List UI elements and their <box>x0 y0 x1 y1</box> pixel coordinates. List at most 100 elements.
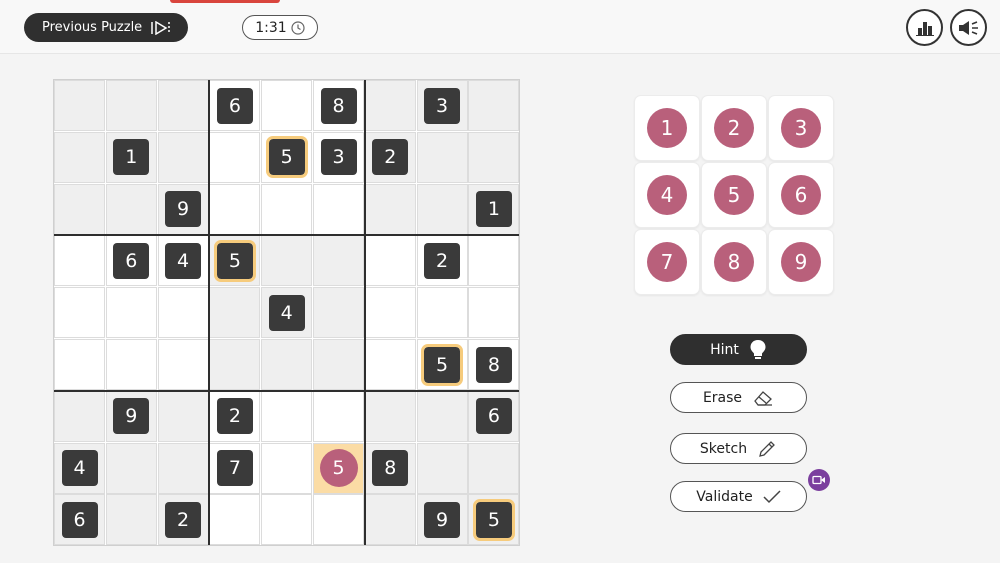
board-cell[interactable]: 6 <box>54 494 105 546</box>
board-cell[interactable] <box>157 390 209 442</box>
board-cell[interactable] <box>416 183 468 235</box>
board-cell[interactable]: 9 <box>157 183 209 235</box>
board-cell[interactable] <box>313 339 364 390</box>
board-cell[interactable]: 5 <box>209 235 261 287</box>
board-cell[interactable]: 2 <box>364 131 416 183</box>
board-cell[interactable]: 8 <box>468 339 520 390</box>
board-cell[interactable]: 5 <box>261 131 313 183</box>
board-cell[interactable] <box>54 183 105 235</box>
board-cell[interactable]: 2 <box>209 390 261 442</box>
board-cell[interactable] <box>157 80 209 131</box>
board-cell[interactable] <box>313 183 364 235</box>
board-cell[interactable] <box>105 442 157 494</box>
board-cell[interactable] <box>209 494 261 546</box>
board-cell[interactable]: 3 <box>416 80 468 131</box>
validate-button[interactable]: Validate <box>670 481 807 512</box>
board-cell[interactable] <box>209 339 261 390</box>
board-cell[interactable] <box>261 183 313 235</box>
board-cell[interactable]: 4 <box>157 235 209 287</box>
board-cell[interactable] <box>261 494 313 546</box>
pad-key-7[interactable]: 7 <box>634 229 700 295</box>
board-cell[interactable] <box>468 131 520 183</box>
board-cell[interactable]: 6 <box>468 390 520 442</box>
board-cell[interactable] <box>105 287 157 339</box>
hint-button[interactable]: Hint <box>670 334 807 365</box>
board-cell[interactable] <box>416 287 468 339</box>
sketch-button[interactable]: Sketch <box>670 433 807 464</box>
board-cell[interactable] <box>313 390 364 442</box>
board-cell[interactable] <box>364 80 416 131</box>
pad-key-5[interactable]: 5 <box>701 162 767 228</box>
previous-puzzle-button[interactable]: Previous Puzzle <box>24 13 188 42</box>
board-cell[interactable]: 8 <box>313 80 364 131</box>
board-cell[interactable] <box>54 390 105 442</box>
board-cell[interactable]: 1 <box>468 183 520 235</box>
board-cell[interactable] <box>313 494 364 546</box>
board-cell[interactable] <box>364 287 416 339</box>
board-cell[interactable] <box>468 80 520 131</box>
board-cell[interactable] <box>157 442 209 494</box>
board-cell[interactable]: 2 <box>416 235 468 287</box>
board-cell[interactable] <box>54 80 105 131</box>
pad-key-1[interactable]: 1 <box>634 95 700 161</box>
erase-button[interactable]: Erase <box>670 382 807 413</box>
board-cell[interactable] <box>261 339 313 390</box>
board-cell[interactable] <box>54 339 105 390</box>
board-cell[interactable] <box>468 442 520 494</box>
board-cell[interactable]: 8 <box>364 442 416 494</box>
board-cell[interactable] <box>364 494 416 546</box>
board-cell[interactable] <box>468 287 520 339</box>
board-cell[interactable]: 3 <box>313 131 364 183</box>
board-cell[interactable]: 6 <box>209 80 261 131</box>
board-cell[interactable]: 6 <box>105 235 157 287</box>
board-cell[interactable] <box>468 235 520 287</box>
board-cell[interactable] <box>54 131 105 183</box>
given-number: 1 <box>475 191 512 228</box>
pad-key-3[interactable]: 3 <box>768 95 834 161</box>
board-cell[interactable] <box>261 80 313 131</box>
board-cell[interactable] <box>54 287 105 339</box>
board-cell[interactable] <box>416 131 468 183</box>
board-cell[interactable]: 2 <box>157 494 209 546</box>
board-cell[interactable] <box>209 131 261 183</box>
board-cell[interactable] <box>157 339 209 390</box>
board-cell[interactable] <box>261 235 313 287</box>
board-cell[interactable] <box>209 183 261 235</box>
pad-key-2[interactable]: 2 <box>701 95 767 161</box>
board-cell[interactable] <box>364 390 416 442</box>
board-cell[interactable] <box>416 442 468 494</box>
board-cell[interactable] <box>313 235 364 287</box>
board-cell[interactable]: 4 <box>54 442 105 494</box>
board-cell[interactable]: 9 <box>416 494 468 546</box>
board-cell[interactable] <box>364 339 416 390</box>
board-cell[interactable] <box>54 235 105 287</box>
pad-key-6[interactable]: 6 <box>768 162 834 228</box>
board-cell[interactable] <box>105 80 157 131</box>
board-cell[interactable] <box>364 235 416 287</box>
pad-key-4[interactable]: 4 <box>634 162 700 228</box>
board-cell[interactable]: 5 <box>468 494 520 546</box>
board-cell[interactable] <box>157 131 209 183</box>
sound-button[interactable] <box>950 9 987 46</box>
board-cell[interactable] <box>105 339 157 390</box>
pad-number: 7 <box>647 242 687 282</box>
board-cell[interactable] <box>313 287 364 339</box>
board-cell[interactable] <box>105 494 157 546</box>
pad-key-8[interactable]: 8 <box>701 229 767 295</box>
board-cell[interactable]: 5 <box>416 339 468 390</box>
board-cell[interactable] <box>416 390 468 442</box>
stats-button[interactable] <box>906 9 943 46</box>
board-cell[interactable] <box>261 390 313 442</box>
board-cell[interactable]: 4 <box>261 287 313 339</box>
board-cell[interactable]: 5 <box>313 442 364 494</box>
video-hint-badge[interactable] <box>808 469 830 491</box>
board-cell[interactable]: 9 <box>105 390 157 442</box>
board-cell[interactable] <box>157 287 209 339</box>
board-cell[interactable] <box>209 287 261 339</box>
board-cell[interactable]: 1 <box>105 131 157 183</box>
board-cell[interactable]: 7 <box>209 442 261 494</box>
board-cell[interactable] <box>105 183 157 235</box>
board-cell[interactable] <box>364 183 416 235</box>
pad-key-9[interactable]: 9 <box>768 229 834 295</box>
board-cell[interactable] <box>261 442 313 494</box>
